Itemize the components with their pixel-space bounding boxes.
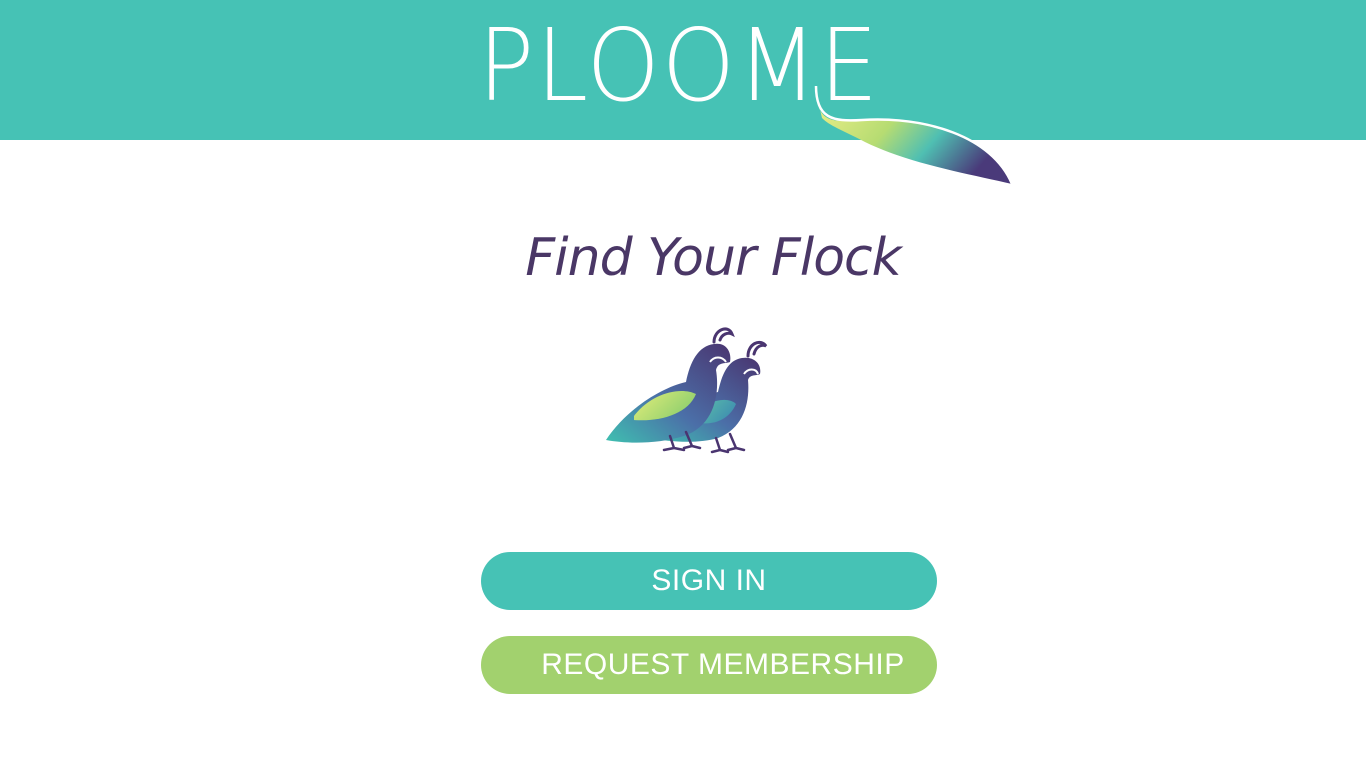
request-membership-button[interactable]: REQUEST MEMBERSHIP <box>481 636 937 694</box>
ploome-logo[interactable]: PLOOME <box>470 7 1030 194</box>
sign-in-button[interactable]: SIGN IN <box>481 552 937 610</box>
page-tagline: Find Your Flock <box>525 228 901 288</box>
quail-pair-icon <box>598 322 778 462</box>
